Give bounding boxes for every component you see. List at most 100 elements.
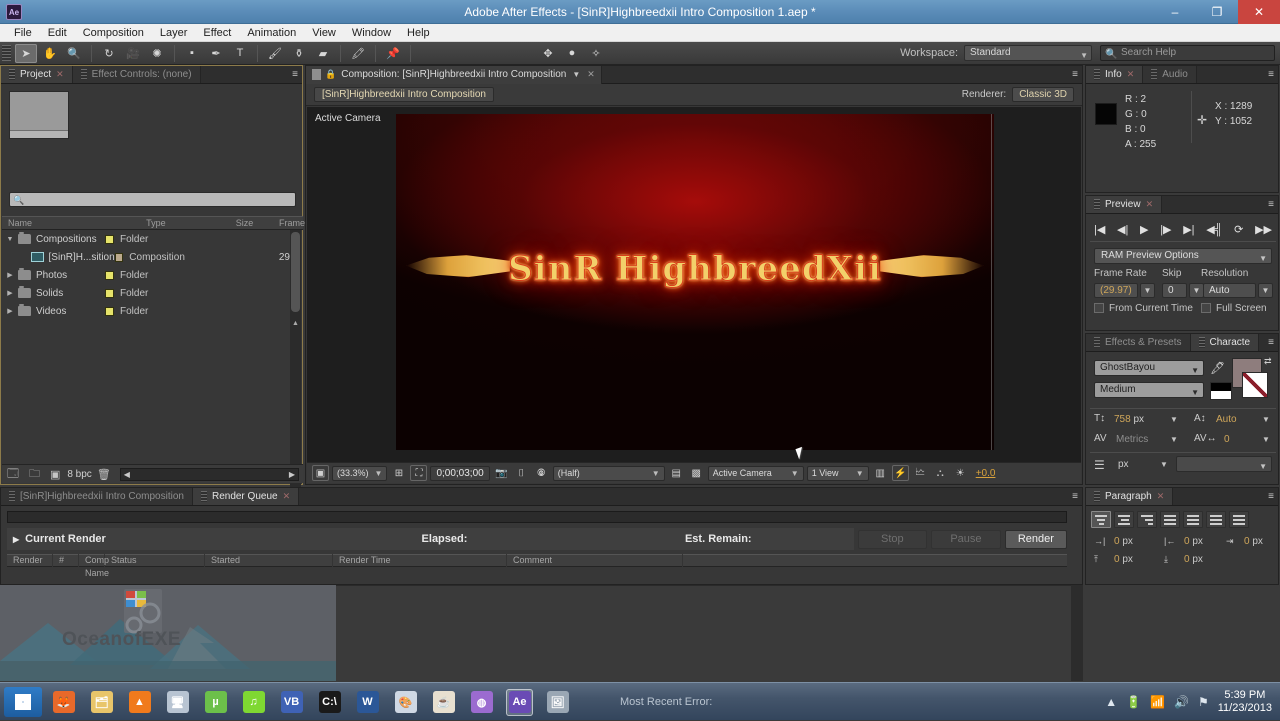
space-before-value[interactable]: 0 px: [1114, 554, 1133, 565]
scroll-up-icon[interactable]: ▲: [292, 320, 299, 327]
skip-value[interactable]: 0: [1162, 283, 1187, 298]
new-folder-icon[interactable]: 🗀: [29, 465, 40, 484]
rq-column-status[interactable]: Status: [105, 554, 205, 567]
align-right-button[interactable]: [1137, 511, 1157, 528]
menu-file[interactable]: File: [6, 24, 40, 42]
close-icon[interactable]: ✕: [1127, 69, 1135, 80]
composition-breadcrumb[interactable]: [SinR]Highbreedxii Intro Composition: [314, 87, 494, 102]
project-row[interactable]: ▶ Solids Folder: [2, 284, 290, 302]
new-composition-icon[interactable]: ▣: [50, 468, 60, 481]
workspace-select[interactable]: Standard ▼: [964, 45, 1092, 61]
stroke-color-swatch[interactable]: [1242, 372, 1268, 398]
scroll-right-icon[interactable]: ▶: [286, 470, 298, 479]
view-axis-mode-icon[interactable]: ✧: [585, 44, 607, 63]
action-center-icon[interactable]: ⚑: [1198, 695, 1209, 709]
disclosure-triangle-icon[interactable]: ▶: [2, 271, 18, 279]
stop-button[interactable]: Stop: [857, 529, 928, 549]
rq-column-started[interactable]: Started: [205, 554, 333, 567]
reset-exposure-icon[interactable]: ☀: [952, 465, 969, 481]
selection-tool[interactable]: ➤: [15, 43, 37, 63]
close-button[interactable]: ✕: [1238, 0, 1280, 24]
taskbar-revo[interactable]: ◍: [468, 689, 495, 716]
tab-grip[interactable]: [1198, 337, 1205, 348]
tab-preview[interactable]: Preview ✕: [1086, 196, 1163, 213]
last-frame-button[interactable]: ▶|: [1183, 223, 1194, 236]
render-button[interactable]: Render: [1004, 529, 1068, 549]
justify-last-left-button[interactable]: [1160, 511, 1180, 528]
choose-grid-guide-icon[interactable]: ⊞: [390, 465, 407, 481]
start-button[interactable]: [4, 687, 42, 717]
menu-window[interactable]: Window: [344, 24, 399, 42]
taskbar-utorrent[interactable]: µ: [202, 689, 229, 716]
taskbar-visual-basic[interactable]: VB: [278, 689, 305, 716]
clone-stamp-tool[interactable]: ⚱: [288, 44, 310, 63]
space-after-value[interactable]: 0 px: [1184, 554, 1203, 565]
label-color-swatch[interactable]: [105, 270, 114, 280]
battery-icon[interactable]: 🔋: [1126, 695, 1141, 709]
disclosure-triangle-icon[interactable]: ▼: [2, 236, 18, 243]
taskbar-firefox[interactable]: 🦊: [50, 689, 77, 716]
magnification-select[interactable]: (33.3%) ▼: [332, 465, 388, 481]
full-screen-checkbox[interactable]: [1201, 303, 1211, 313]
brush-tool[interactable]: 🖌: [264, 44, 286, 63]
scroll-left-icon[interactable]: ◀: [121, 470, 133, 479]
views-select[interactable]: 1 View ▼: [806, 465, 869, 481]
tab-grip[interactable]: [1094, 69, 1100, 80]
bit-depth-label[interactable]: 8 bpc: [67, 469, 91, 480]
search-help-input[interactable]: 🔍 Search Help: [1100, 45, 1275, 61]
rq-column-render[interactable]: Render: [7, 554, 53, 567]
leading-dropdown[interactable]: ▼: [1262, 415, 1270, 424]
project-row[interactable]: ▼ Compositions Folder: [2, 230, 290, 248]
font-size-value[interactable]: 758 px: [1114, 412, 1144, 427]
leading-value[interactable]: Auto: [1216, 412, 1237, 427]
rq-column-comment[interactable]: Comment: [507, 554, 683, 567]
render-queue-panel-menu-icon[interactable]: ≡: [1072, 491, 1078, 502]
taskbar-media-player[interactable]: 🖥: [164, 689, 191, 716]
pen-tool[interactable]: ✒: [205, 44, 227, 63]
close-icon[interactable]: ✕: [56, 69, 64, 80]
network-signal-icon[interactable]: 📶: [1150, 695, 1165, 709]
fast-previews-icon[interactable]: ⚡: [892, 465, 909, 481]
rq-column-comp-name[interactable]: Comp Name: [79, 554, 109, 578]
close-icon[interactable]: ✕: [1157, 491, 1165, 502]
composition-panel-menu-icon[interactable]: ≡: [1072, 69, 1078, 80]
column-header-type[interactable]: Type: [140, 218, 230, 228]
loop-button[interactable]: ⟳: [1234, 223, 1243, 236]
indent-first-value[interactable]: 0 px: [1244, 536, 1263, 547]
roto-brush-tool[interactable]: 🖍: [347, 44, 369, 63]
frame-rate-value[interactable]: (29.97): [1094, 283, 1138, 298]
skip-dropdown[interactable]: ▼: [1189, 283, 1204, 298]
indent-left-value[interactable]: 0 px: [1114, 536, 1133, 547]
align-center-button[interactable]: [1114, 511, 1134, 528]
close-icon[interactable]: ✕: [587, 69, 595, 80]
rq-column-[interactable]: #: [53, 554, 79, 567]
composition-tab[interactable]: 🔒 Composition: [SinR]Highbreedxii Intro …: [306, 65, 602, 84]
taskbar-java[interactable]: ☕: [430, 689, 457, 716]
tab-grip[interactable]: [9, 491, 15, 502]
project-panel-menu-icon[interactable]: ≡: [292, 69, 298, 80]
world-axis-mode-icon[interactable]: ●: [561, 44, 583, 63]
region-toggle-icon[interactable]: ▤: [668, 465, 685, 481]
menu-layer[interactable]: Layer: [152, 24, 196, 42]
show-hidden-icons-icon[interactable]: ▲: [1105, 695, 1117, 709]
tracking-dropdown[interactable]: ▼: [1262, 435, 1270, 444]
tab-sinr-highbreedxii-intro-composition[interactable]: [SinR]Highbreedxii Intro Composition: [1, 488, 193, 505]
project-search-input[interactable]: 🔍: [9, 192, 296, 207]
next-frame-button[interactable]: |▶: [1160, 223, 1171, 236]
chevron-down-icon[interactable]: ▼: [572, 70, 580, 79]
taskbar-after-effects[interactable]: Ae: [506, 688, 533, 716]
taskbar-vlc[interactable]: ▲: [126, 689, 153, 716]
renderer-value[interactable]: Classic 3D: [1012, 87, 1074, 102]
eraser-tool[interactable]: ▰: [312, 44, 334, 63]
rotation-tool[interactable]: ↻: [98, 44, 120, 63]
label-color-swatch[interactable]: [114, 252, 124, 262]
indent-right-value[interactable]: 0 px: [1184, 536, 1203, 547]
toolbar-grip[interactable]: [2, 45, 11, 61]
clock[interactable]: 5:39 PM 11/23/2013: [1218, 689, 1272, 715]
taskbar-paint[interactable]: 🎨: [392, 689, 419, 716]
font-family-select[interactable]: GhostBayou ▼: [1094, 360, 1204, 376]
justify-last-center-button[interactable]: [1183, 511, 1203, 528]
menu-view[interactable]: View: [304, 24, 344, 42]
resolution-value[interactable]: Auto: [1203, 283, 1256, 298]
minimize-button[interactable]: –: [1154, 0, 1196, 24]
